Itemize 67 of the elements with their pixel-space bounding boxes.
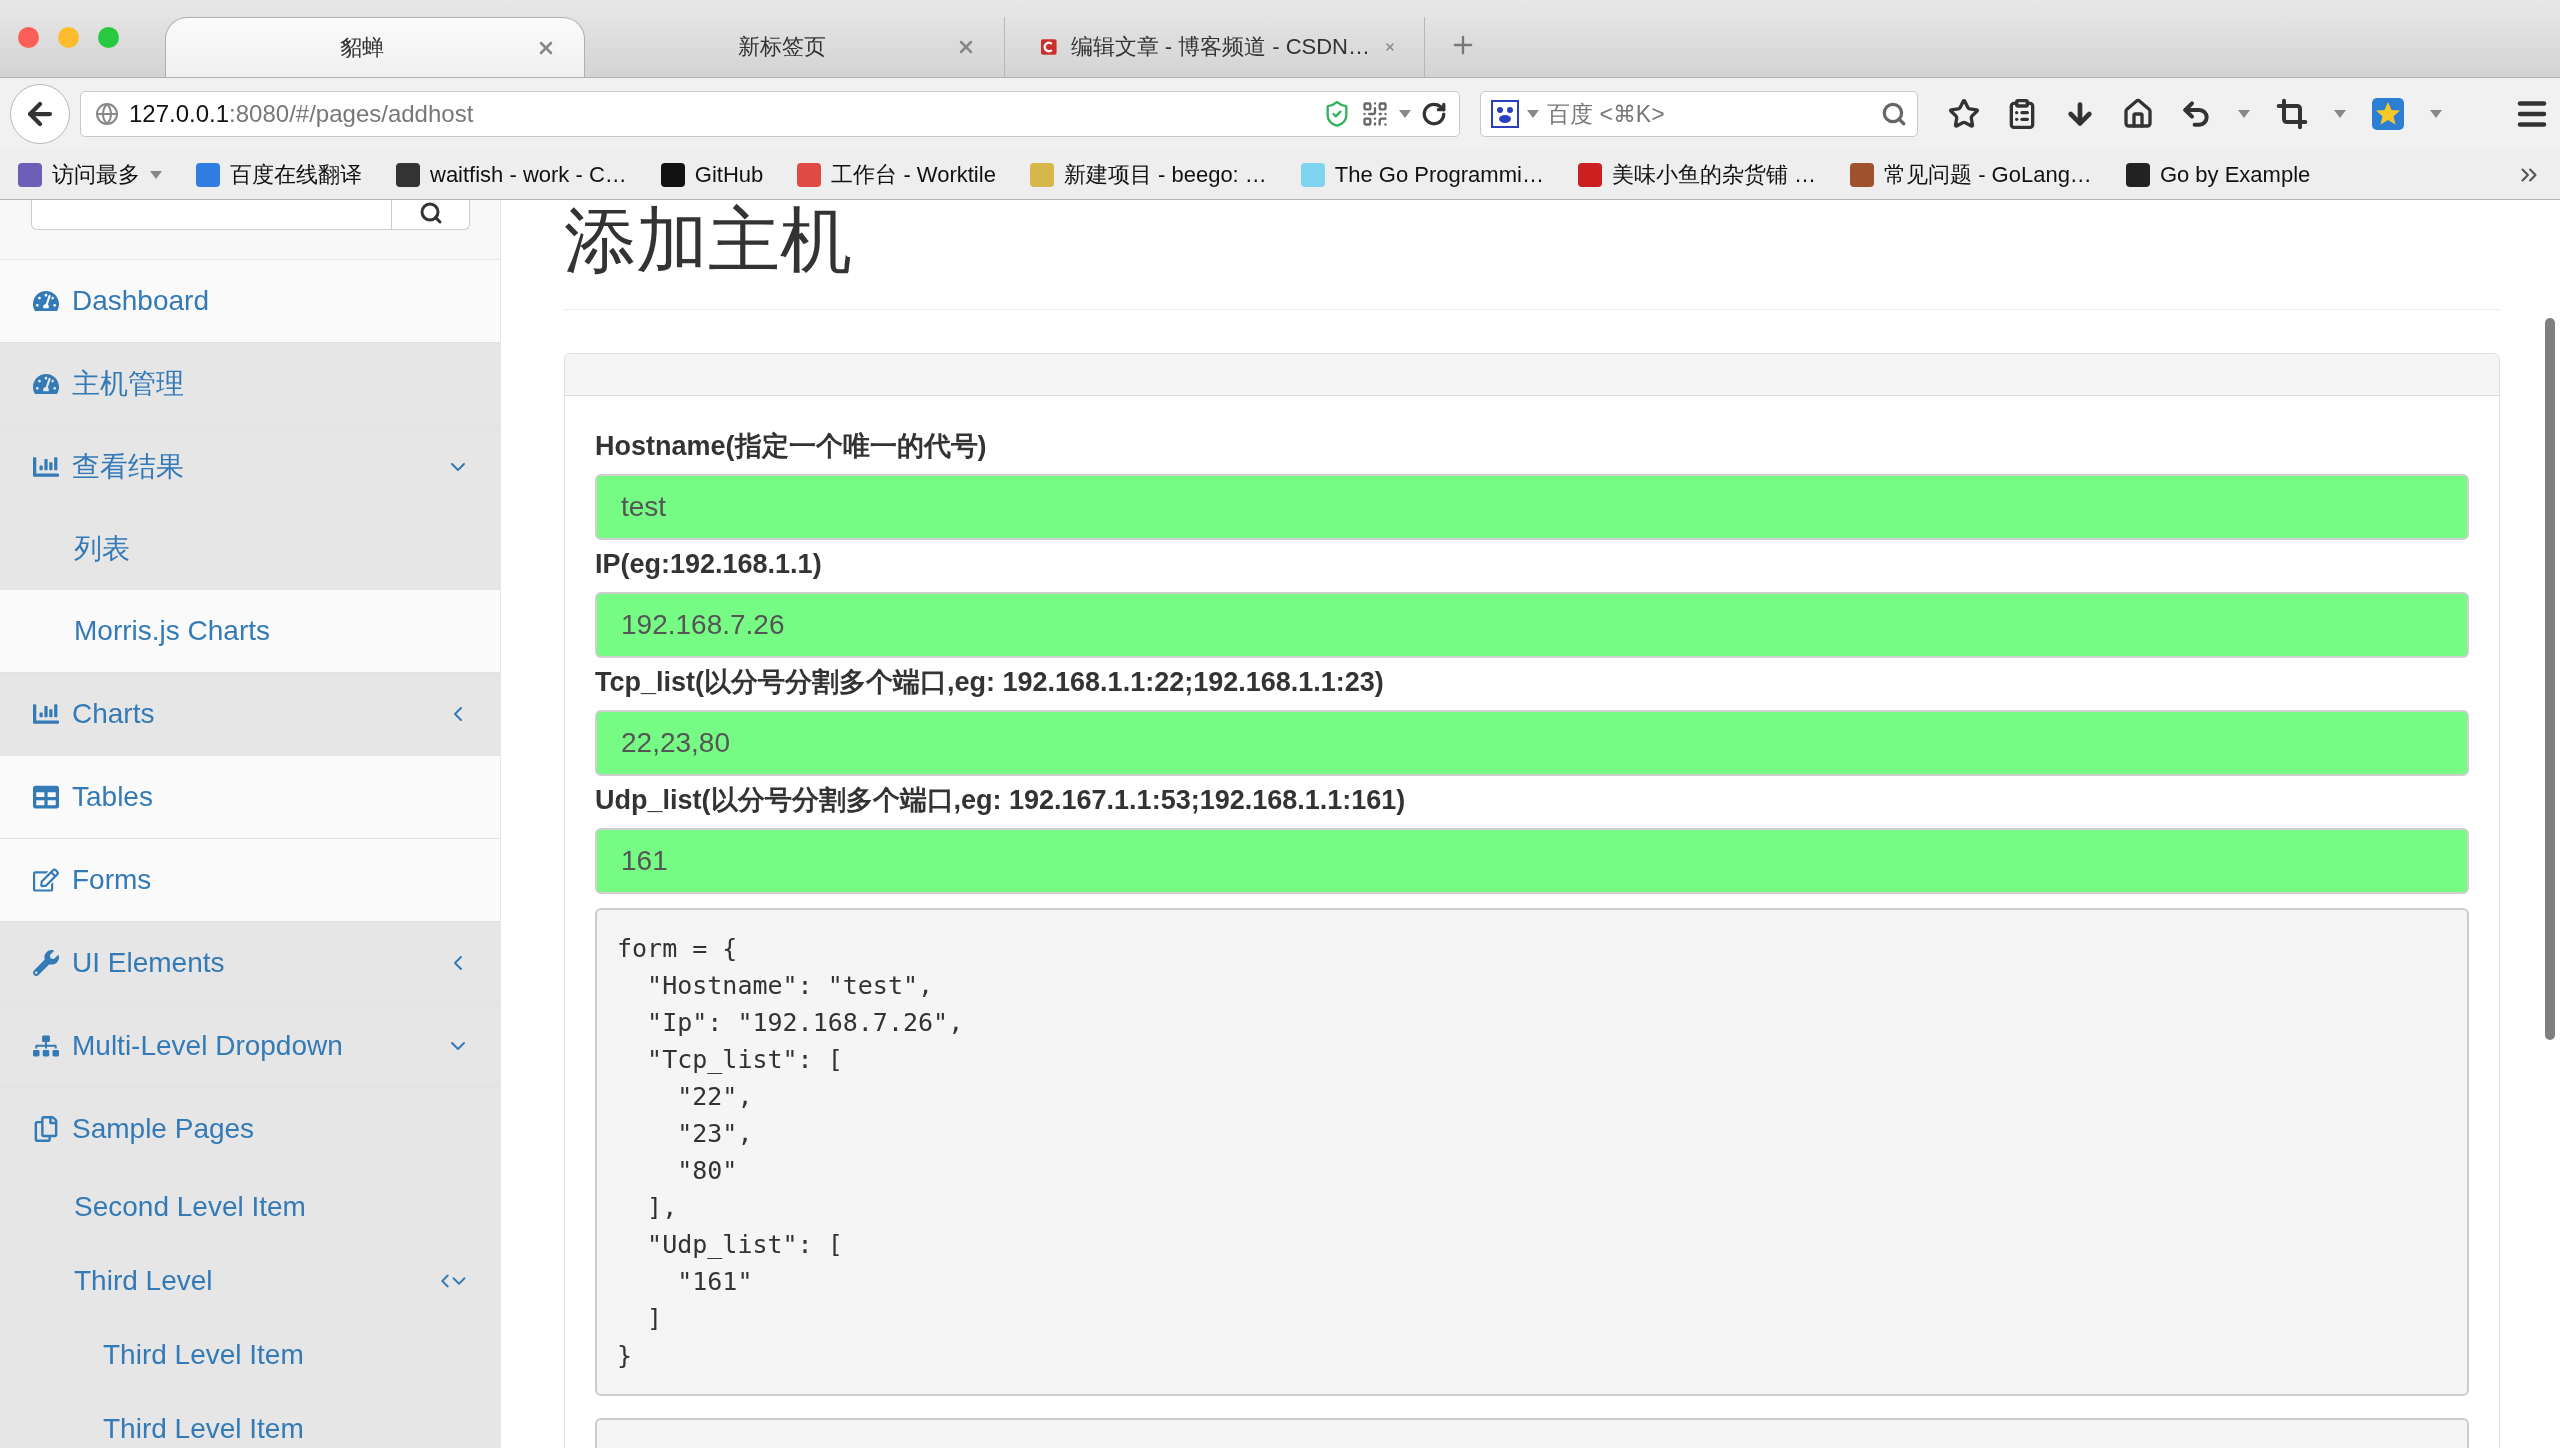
dropdown-icon[interactable] [1399, 110, 1411, 118]
bookmark[interactable]: Go by Example [2125, 161, 2311, 188]
globe-icon [95, 102, 119, 126]
dropdown-icon[interactable] [1527, 110, 1539, 118]
field-label: IP(eg:192.168.1.1) [595, 548, 823, 581]
star-icon[interactable] [1948, 98, 1980, 130]
home-icon[interactable] [2122, 98, 2154, 130]
undo-icon[interactable] [2180, 98, 2212, 130]
bookmark[interactable]: 新建项目 - beego: … [1029, 159, 1267, 190]
bookmark[interactable]: GitHub [660, 161, 764, 188]
browser-tab[interactable]: 编辑文章 - 博客频道 - CSDN… [1005, 17, 1425, 77]
wrench-icon [33, 950, 59, 976]
qr-code-icon[interactable] [1361, 100, 1389, 128]
bookmark[interactable]: 百度在线翻译 [196, 159, 362, 190]
bookmark[interactable]: 工作台 - Worktile [797, 159, 996, 190]
sidebar-item[interactable]: Third Level [0, 1244, 500, 1318]
bookmark[interactable]: The Go Programmi… [1300, 161, 1544, 188]
sidebar-item[interactable]: Charts [0, 673, 500, 755]
dropdown-icon [150, 170, 162, 179]
browser-tab[interactable]: 貂蝉 [165, 17, 585, 77]
sidebar-item[interactable]: Third Level Item [0, 1318, 500, 1392]
reload-icon[interactable] [1421, 101, 1447, 127]
sidebar-item[interactable]: 列表 [0, 508, 500, 590]
star-badge-icon[interactable] [2372, 98, 2404, 130]
dropdown-icon[interactable] [2238, 110, 2250, 118]
bar-chart-icon [33, 701, 59, 727]
bookmark[interactable]: 美味小鱼的杂货铺 … [1577, 159, 1817, 190]
field-label: Udp_list(以分号分割多个端口,eg: 192.167.1.1:53;192.168.1.1:161) [595, 784, 1407, 817]
input-field[interactable]: 161 [595, 828, 2469, 894]
browser-tab[interactable]: 新标签页 [585, 17, 1005, 77]
dropdown-icon[interactable] [2334, 110, 2346, 118]
input-field[interactable]: test [595, 474, 2469, 540]
sidebar-item[interactable]: 查看结果 [0, 426, 500, 508]
bookmark[interactable]: 常见问题 - GoLang… [1850, 159, 2092, 190]
paw-icon [1491, 100, 1519, 128]
sidebar-item[interactable]: Multi-Level Dropdown [0, 1005, 500, 1087]
gauge-icon [33, 371, 59, 397]
sidebar-item[interactable]: Sample Pages [0, 1088, 500, 1170]
sidebar-item[interactable]: 主机管理 [0, 343, 500, 425]
search-icon[interactable] [1881, 101, 1907, 127]
dropdown-icon[interactable] [2430, 110, 2442, 118]
copy-icon [33, 1116, 59, 1142]
search-field[interactable] [31, 200, 392, 230]
code-block: form = { "Hostname": "test", "Ip": "192.168.7.26", "Tcp_list": [ "22", "23", "80" ], "Udp_list": [ "161" ] } [595, 908, 2469, 1396]
table-icon [33, 784, 59, 810]
sitemap-icon [33, 1033, 59, 1059]
sidebar-item[interactable]: UI Elements [0, 922, 500, 1004]
field-label: Hostname(指定一个唯一的代号) [595, 430, 988, 463]
field-label: Tcp_list(以分号分割多个端口,eg: 192.168.1.1:22;192.168.1.1:23) [595, 666, 1385, 699]
search-icon [418, 201, 443, 225]
bookmark[interactable]: waitfish - work - C… [396, 161, 627, 188]
close-window-button[interactable] [18, 27, 39, 48]
sidebar-item[interactable]: Third Level Item [0, 1392, 500, 1448]
bookmark[interactable]: 访问最多 [18, 159, 162, 190]
url-text: 127.0.0.1:8080/#/pages/addhost [129, 100, 475, 128]
page-title: 添加主机 [564, 200, 2500, 310]
search-button[interactable] [392, 200, 470, 230]
scrollbar-thumb[interactable] [2545, 318, 2555, 1040]
sidebar-item[interactable]: Second Level Item [0, 1170, 500, 1244]
gauge-icon [33, 288, 59, 314]
input-field[interactable]: 22,23,80 [595, 710, 2469, 776]
crop-icon[interactable] [2276, 98, 2308, 130]
address-bar[interactable]: 127.0.0.1:8080/#/pages/addhost [80, 91, 1460, 137]
input-field[interactable]: 192.168.7.26 [595, 592, 2469, 658]
bar-chart-icon [33, 454, 59, 480]
edit-icon [33, 867, 59, 893]
search-field[interactable]: 百度 <⌘K> [1480, 91, 1918, 137]
